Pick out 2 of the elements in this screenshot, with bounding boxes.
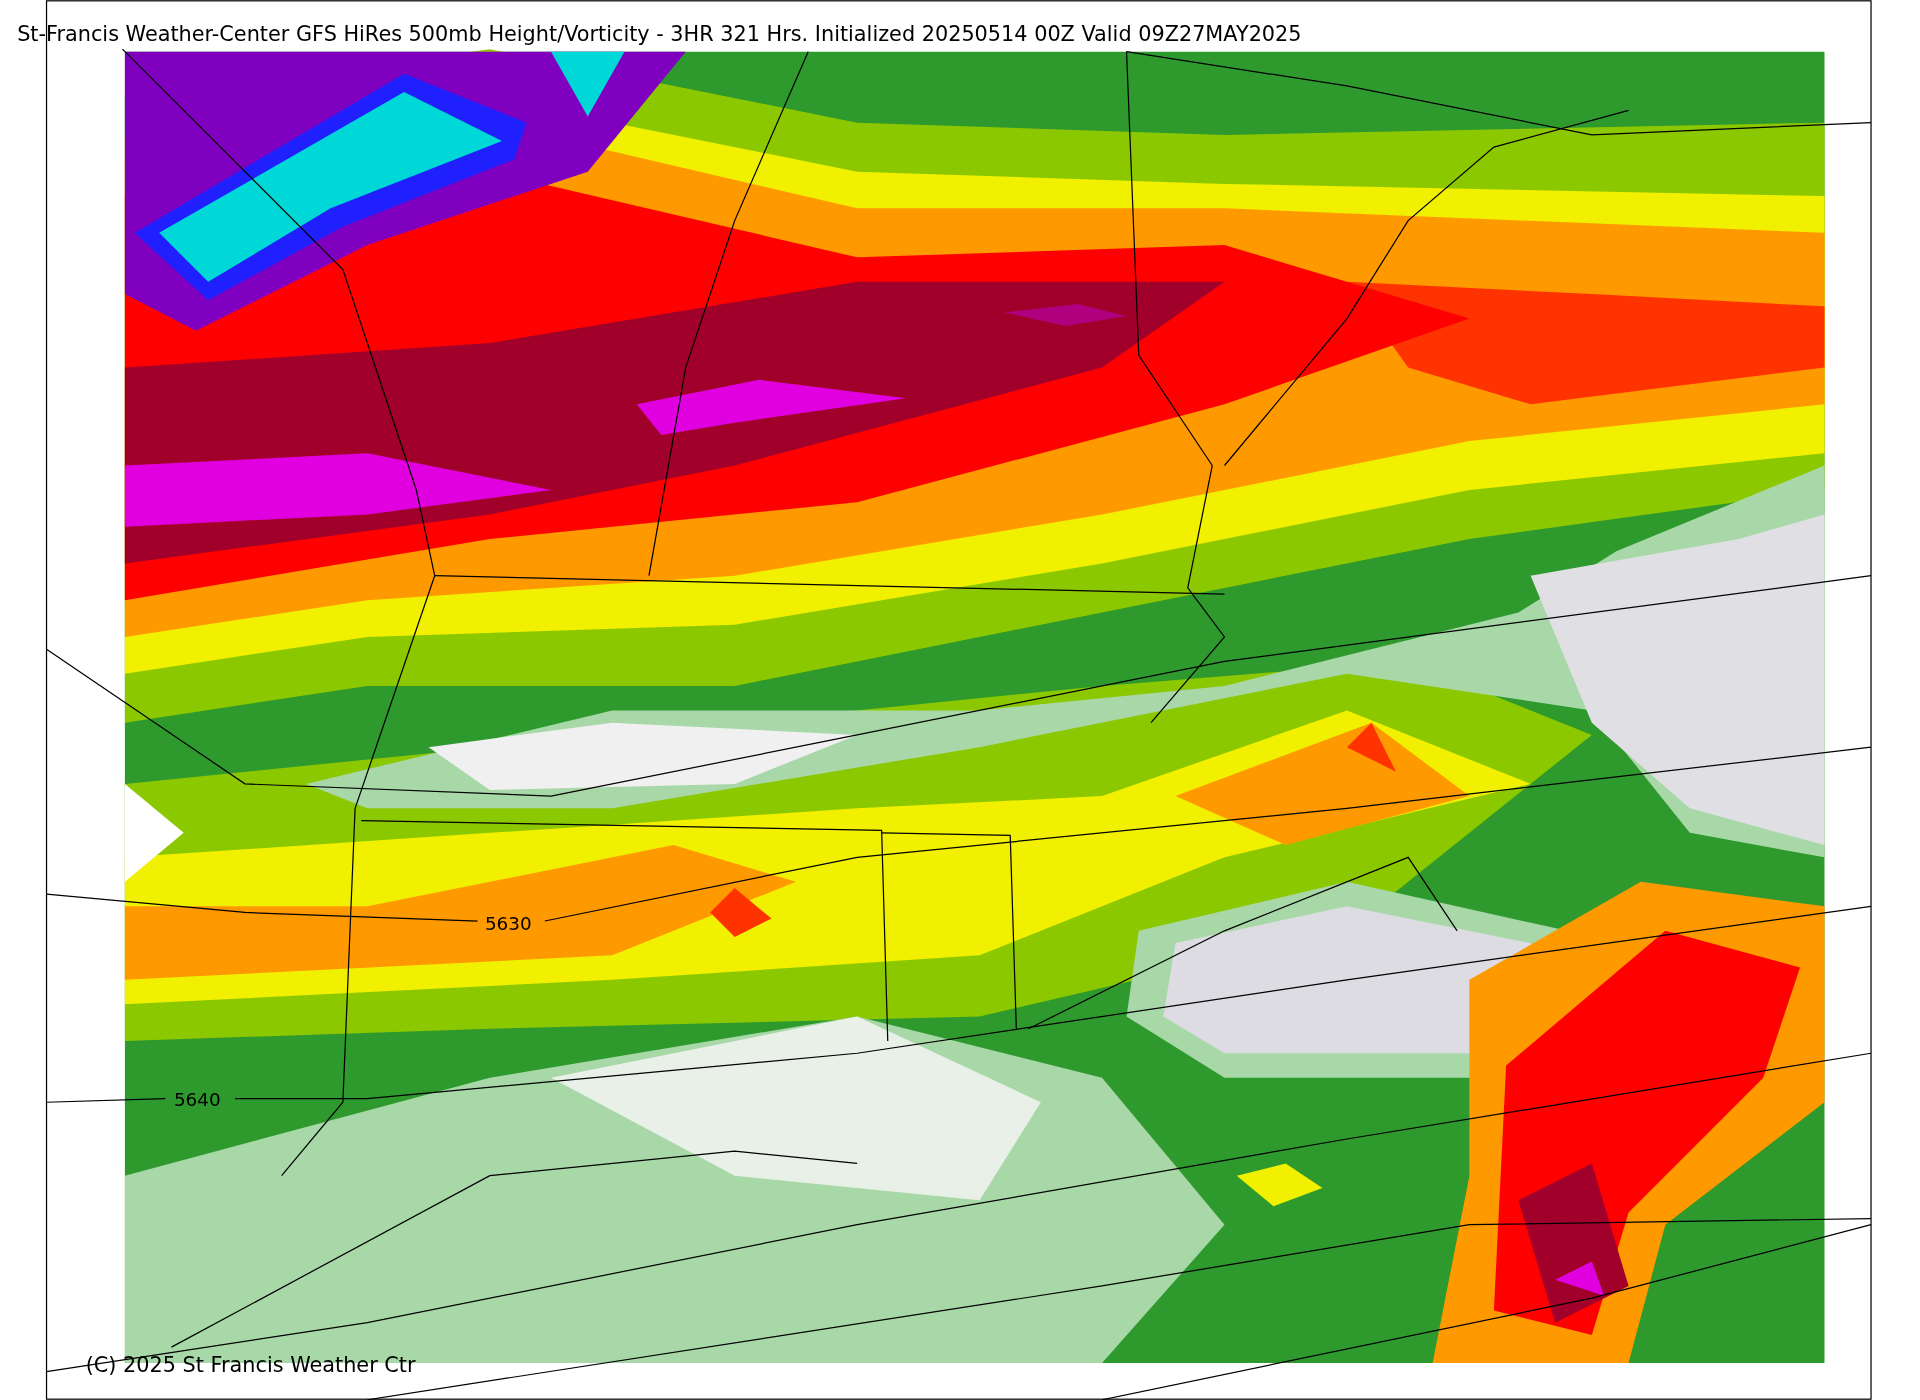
contour-label: 5640 [173, 1088, 221, 1110]
contour-label: 5630 [484, 912, 532, 934]
